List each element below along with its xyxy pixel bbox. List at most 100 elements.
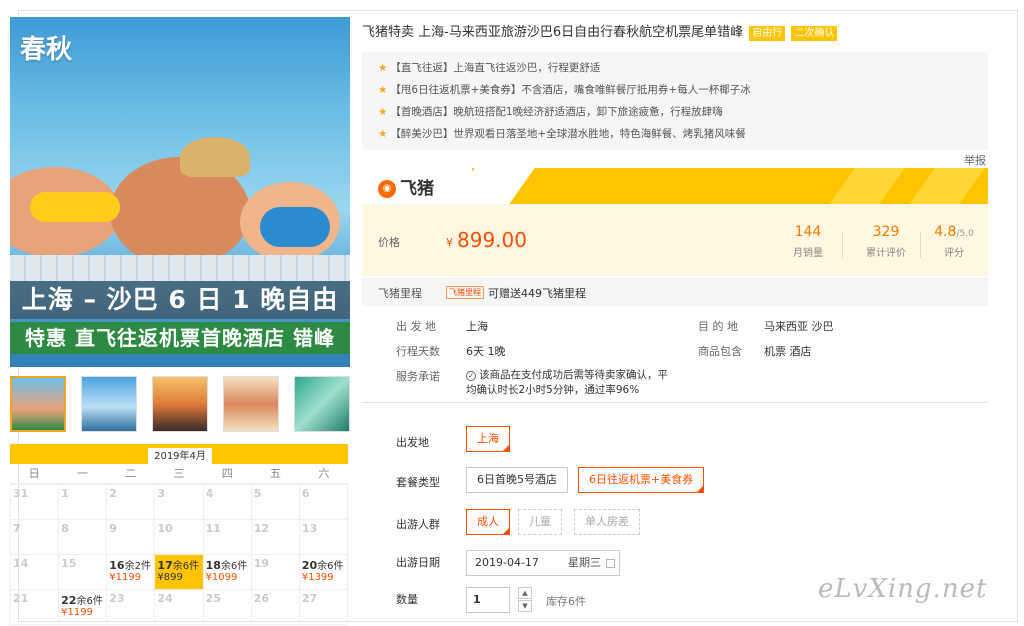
depart-value: 上海 [466,320,488,333]
fliggy-logo: ◉ 飞猪 [378,174,434,199]
product-title: 飞猪特卖 上海-马来西亚旅游沙巴6日自由行春秋航空机票尾单错峰 自由行 二次确认 [362,21,988,41]
highlight-text: 【甩6日往返机票+美食券】不含酒店，嘴食唯鲜餐厅抵用券+每人一杯椰子冰 [390,84,751,96]
thumbnail-1[interactable] [10,376,66,432]
calendar-day-number: 20 [301,559,318,572]
product-main-image[interactable]: 春秋 上海 – 沙巴 6 日 1 晚自由行 特惠 直飞往返机票首晚酒店 错峰 [10,17,350,367]
highlight-item: ★ 【甩6日往返机票+美食券】不含酒店，嘴食唯鲜餐厅抵用券+每人一杯椰子冰 [378,79,972,101]
calendar-week-row: 7 8 9 10 11 12 13 [9,519,349,555]
option-package-hotel[interactable]: 6日首晚5号酒店 [466,467,568,493]
calendar-day-number: 10 [157,522,173,535]
option-child[interactable]: 儿童 [518,509,562,535]
option-adult[interactable]: 成人 [466,509,510,535]
weekday-label: 一 [76,467,88,480]
calendar-day-number: 26 [253,592,270,605]
price-label: 价格 [378,236,400,249]
calendar-day-number: 25 [205,592,221,605]
calendar-day: 21 [9,589,60,625]
quantity-increase-button[interactable]: ▲ [518,587,532,599]
travel-date-input[interactable]: 2019-04-17 星期三 [466,550,620,576]
miles-label: 飞猪里程 [378,287,422,300]
stat-divider [920,232,921,258]
calendar-day-number: 16 [109,559,125,572]
calendar-day: 9 [106,519,156,555]
calendar-day-stock: 余6件 [76,596,103,607]
calendar-week-row: 21 22余6件 ¥1199 23 24 25 26 27 [9,589,349,625]
calendar-day-available[interactable]: 22余6件 ¥1199 [58,589,108,625]
calendar-day-number: 3 [157,487,166,500]
miles-text: 可赠送449飞猪里程 [488,287,586,300]
weekday-label: 二 [125,467,137,480]
calendar-day: 27 [298,589,349,625]
calendar-day-number: 15 [61,557,77,570]
calendar-day: 13 [298,519,349,555]
calendar-day: 11 [202,519,252,555]
days-value: 6天 1晚 [466,345,506,358]
calendar-day-number: 1 [61,487,69,500]
travel-date-weekday: 星期三 [568,556,601,569]
hero-logo-text: 春秋 [20,35,73,65]
calendar-day-number: 14 [13,557,29,570]
calendar-day: 3 [154,484,204,520]
highlight-item: ★ 【醉美沙巴】世界观看日落圣地+全球潜水胜地，特色海鲜餐、烤乳猪风味餐 [378,123,972,145]
report-link[interactable]: 举报 [964,152,986,168]
option-single-supplement[interactable]: 单人房差 [574,509,640,535]
calendar-day-price: ¥1199 [61,607,93,618]
calendar-day-price: ¥899 [157,572,183,583]
travel-date-value: 2019-04-17 [475,556,539,569]
calendar-day: 15 [58,554,108,590]
calendar-day-number: 5 [253,487,262,500]
reviews-label: 累计评价 [866,248,906,259]
calendar-day-available[interactable]: 20余6件 ¥1399 [298,554,349,590]
quantity-decrease-button[interactable]: ▼ [518,600,532,612]
calendar-day-available[interactable]: 16余2件 ¥1199 [106,554,156,590]
depart-key: 出 发 地 [396,320,436,333]
price-value: 899.00 [457,228,527,252]
monthly-sales-label: 月销量 [793,248,823,259]
calendar-day: 14 [9,554,60,590]
calendar-day-available[interactable]: 18余6件 ¥1099 [202,554,252,590]
stat-rating: 4.8/5.0 评分 [924,224,984,259]
rating-value: 4.8 [934,224,957,240]
calendar-day-stock: 余6件 [220,561,248,572]
stat-reviews[interactable]: 329 累计评价 [856,224,916,259]
calendar-day: 26 [250,589,300,625]
option-depart-shanghai[interactable]: 上海 [466,426,510,452]
brand-bar: ◉ 飞猪 [362,168,988,204]
thumbnail-3[interactable] [152,376,208,432]
calendar-day-number: 12 [253,522,270,535]
calendar-day: 2 [106,484,156,520]
calendar-day-price: ¥1399 [301,572,334,583]
miles-row: 飞猪里程 飞猪里程 可赠送449飞猪里程 [362,278,988,306]
calendar-month: 2019年4月 [148,448,212,466]
tag-second-confirm: 二次确认 [791,26,838,41]
fliggy-logo-text: 飞猪 [400,179,434,199]
star-icon: ★ [378,84,388,96]
calendar-grid: 31 1 2 3 4 5 6 7 8 9 10 11 12 13 14 15 16余2件 ¥1199 17余6件 ¥8… [9,484,349,625]
calendar-day-number: 2 [109,487,117,500]
calendar-week-row: 31 1 2 3 4 5 6 [9,484,349,520]
calendar-day-number: 4 [205,487,214,500]
thumbnail-4[interactable] [223,376,279,432]
quantity-input[interactable]: 1 [466,587,510,613]
calendar-day-number: 21 [13,592,29,605]
thumbnail-2[interactable] [81,376,137,432]
fliggy-icon: ◉ [378,180,396,198]
option-package-flight-meal[interactable]: 6日往返机票+美食券 [578,467,705,493]
reviews-value: 329 [872,224,900,240]
highlight-text: 【首晚酒店】晚航班搭配1晚经济舒适酒店，卸下旅途疲惫，行程放肆嗨 [390,106,723,118]
calendar-day-number: 6 [301,487,310,500]
rating-max: /5.0 [956,229,974,239]
calendar-icon [606,559,615,568]
brand-stripe [909,168,985,204]
calendar-day-price: ¥1199 [109,572,142,583]
thumbnail-5[interactable] [294,376,350,432]
star-icon: ★ [378,106,388,118]
calendar-day: 4 [202,484,252,520]
product-title-text: 飞猪特卖 上海-马来西亚旅游沙巴6日自由行春秋航空机票尾单错峰 [362,25,744,40]
calendar-day-available[interactable]: 17余6件 ¥899 [154,554,204,590]
stock-text: 库存6件 [546,595,586,608]
weekday-label: 日 [28,467,40,480]
weekday-label: 四 [221,467,233,480]
calendar-day: 25 [202,589,252,625]
calendar-day: 12 [250,519,300,555]
